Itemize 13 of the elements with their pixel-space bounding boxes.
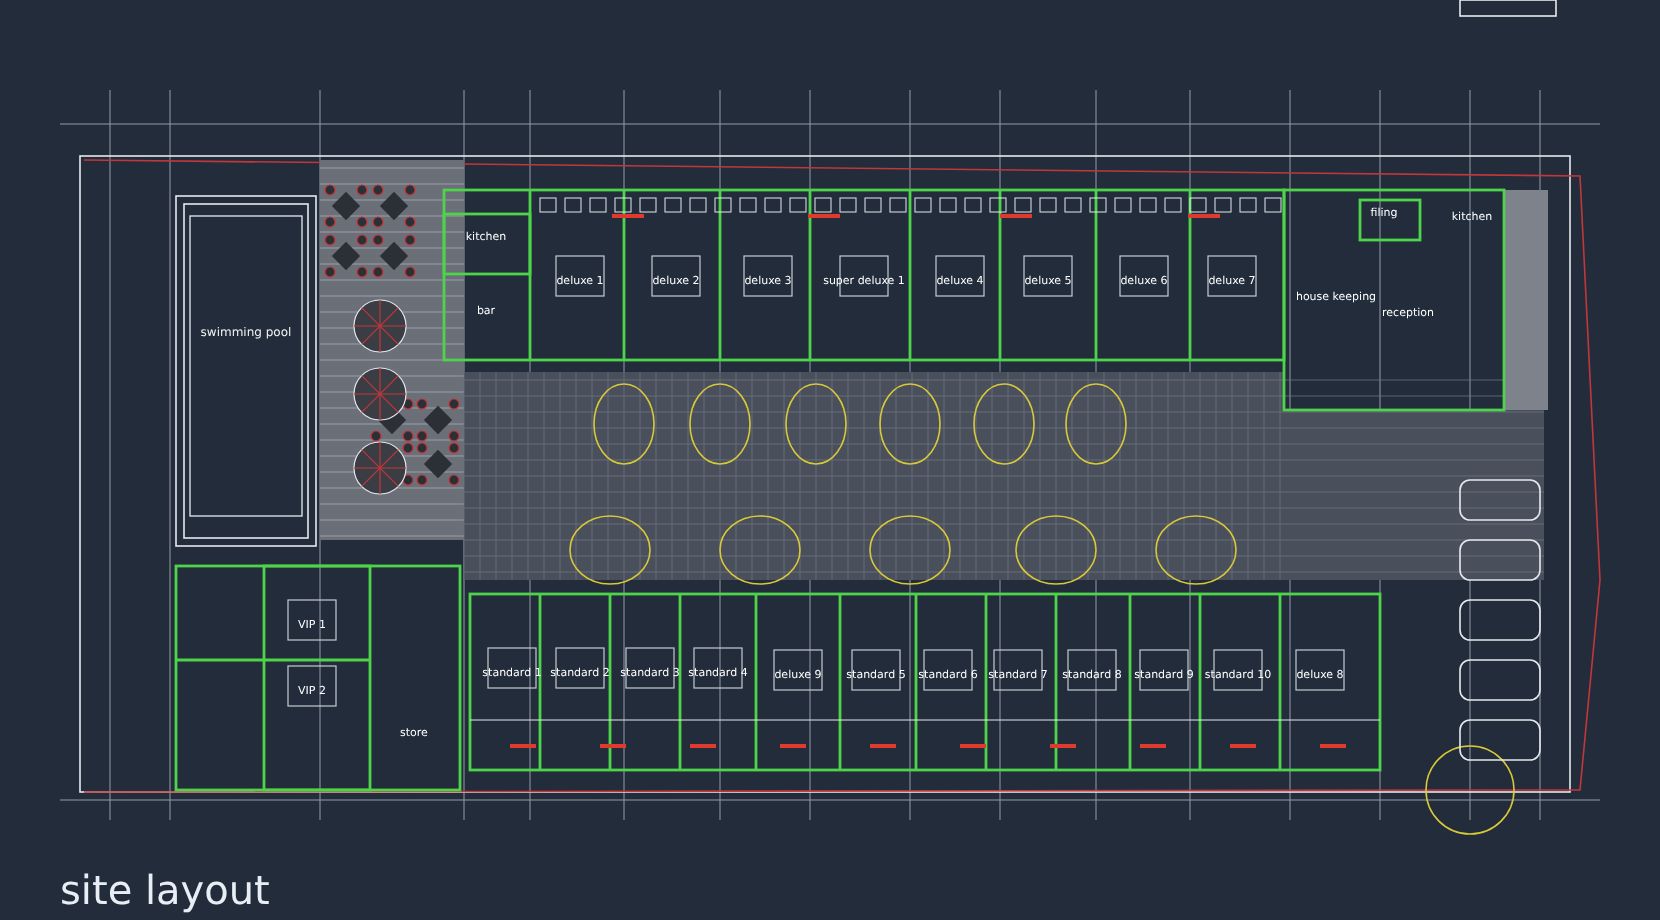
bed-outline — [651, 255, 701, 297]
bed-outline — [555, 647, 605, 689]
title-block-outline — [1459, 0, 1557, 17]
bed-outline — [935, 255, 985, 297]
bed-outline — [1295, 649, 1345, 691]
bed-outline — [1207, 255, 1257, 297]
drawing-title: site layout — [60, 866, 270, 914]
bed-outline — [1119, 255, 1169, 297]
bed-outline — [555, 255, 605, 297]
bed-outline — [743, 255, 793, 297]
bed-outline — [1023, 255, 1073, 297]
bed-outline — [923, 649, 973, 691]
bed-outline — [851, 649, 901, 691]
